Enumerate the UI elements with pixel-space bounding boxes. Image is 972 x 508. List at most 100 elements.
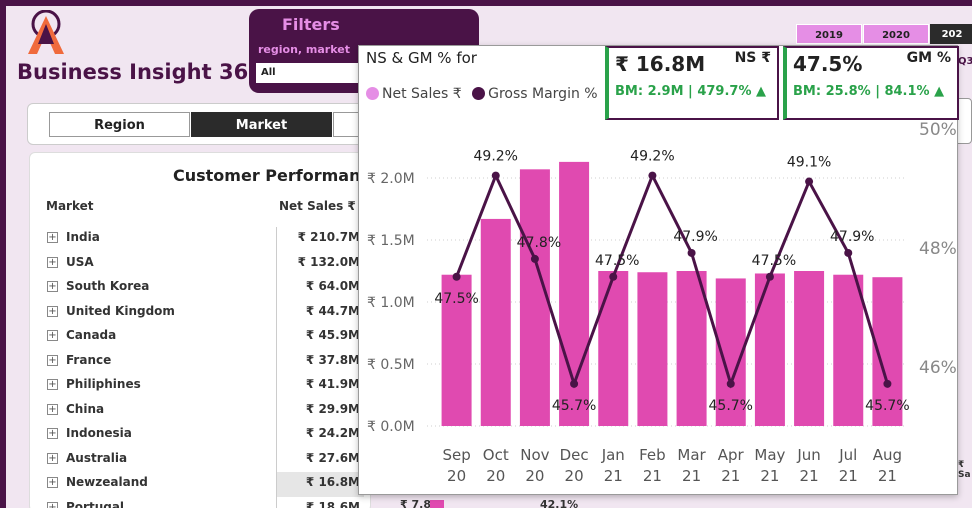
year-button-2019[interactable]: 2019 bbox=[796, 24, 862, 44]
gm-point bbox=[883, 379, 892, 388]
gm-point bbox=[491, 171, 500, 180]
gm-data-label: 45.7% bbox=[865, 398, 909, 414]
market-net-sales: ₹ 210.7M bbox=[276, 227, 364, 252]
y-tick-label-right: 48% bbox=[919, 239, 957, 259]
expand-icon[interactable]: + bbox=[47, 305, 58, 317]
bar bbox=[480, 218, 511, 426]
market-name: South Korea bbox=[66, 279, 150, 293]
market-name: United Kingdom bbox=[66, 303, 175, 318]
table-row[interactable]: + USA ₹ 132.0M bbox=[44, 251, 364, 276]
gm-point bbox=[648, 171, 657, 180]
x-tick-label-month: Jan bbox=[601, 446, 625, 464]
bar bbox=[754, 273, 785, 426]
table-row[interactable]: + Indonesia ₹ 24.2M bbox=[44, 423, 364, 448]
expand-icon[interactable]: + bbox=[47, 232, 58, 243]
market-name: USA bbox=[66, 254, 94, 269]
market-name: Portugal bbox=[66, 499, 125, 508]
y-tick-label-left: ₹ 2.0M bbox=[367, 171, 415, 187]
gm-point bbox=[765, 272, 774, 281]
x-tick-label-year: 20 bbox=[525, 467, 544, 485]
market-name: India bbox=[66, 230, 100, 244]
x-tick-label-year: 21 bbox=[643, 467, 662, 485]
table-row[interactable]: + Australia ₹ 27.6M bbox=[44, 447, 364, 472]
filters-title: Filters bbox=[282, 15, 340, 34]
x-tick-label-year: 20 bbox=[447, 467, 466, 485]
y-tick-label-left: ₹ 1.0M bbox=[367, 295, 415, 311]
year-button-2021[interactable]: 202 bbox=[930, 24, 972, 44]
x-tick-label-month: Feb bbox=[639, 446, 666, 464]
bar bbox=[637, 272, 668, 426]
top-border bbox=[0, 0, 972, 6]
gm-point bbox=[844, 248, 853, 257]
column-header-net-sales[interactable]: Net Sales ₹ bbox=[279, 199, 356, 213]
market-net-sales: ₹ 16.8M bbox=[276, 472, 364, 497]
table-row[interactable]: + South Korea ₹ 64.0M bbox=[44, 276, 364, 301]
year-button-2020[interactable]: 2020 bbox=[863, 24, 929, 44]
bar bbox=[833, 274, 864, 426]
table-row[interactable]: + Newzealand ₹ 16.8M bbox=[44, 472, 364, 497]
expand-icon[interactable]: + bbox=[47, 403, 58, 415]
gm-data-label: 47.5% bbox=[434, 291, 478, 307]
gm-data-label: 49.2% bbox=[630, 149, 674, 165]
gm-point bbox=[570, 379, 579, 388]
x-tick-label-month: Jul bbox=[838, 446, 857, 464]
table-row[interactable]: + Portugal ₹ 18.6M bbox=[44, 496, 364, 508]
table-row[interactable]: + Canada ₹ 45.9M bbox=[44, 325, 364, 350]
right-panel-peek-label: ₹ Sa bbox=[958, 460, 971, 480]
market-name: Australia bbox=[66, 450, 128, 465]
expand-icon[interactable]: + bbox=[47, 256, 58, 268]
market-net-sales: ₹ 37.8M bbox=[276, 349, 364, 374]
x-tick-label-month: Nov bbox=[520, 446, 549, 464]
x-tick-label-year: 21 bbox=[760, 467, 779, 485]
x-tick-label-month: Apr bbox=[718, 446, 745, 464]
market-net-sales: ₹ 24.2M bbox=[276, 423, 364, 448]
x-tick-label-year: 21 bbox=[800, 467, 819, 485]
market-name: Canada bbox=[66, 328, 117, 342]
table-row[interactable]: + Philiphines ₹ 41.9M bbox=[44, 374, 364, 399]
y-tick-label-left: ₹ 0.0M bbox=[367, 419, 415, 435]
market-table-body: + India ₹ 210.7M + USA ₹ 132.0M + South Korea ₹ … bbox=[44, 227, 364, 508]
table-row[interactable]: + China ₹ 29.9M bbox=[44, 398, 364, 423]
gm-data-label: 45.7% bbox=[552, 398, 596, 414]
expand-icon[interactable]: + bbox=[47, 379, 58, 390]
x-tick-label-year: 20 bbox=[486, 467, 505, 485]
tab-market[interactable]: Market bbox=[191, 112, 332, 137]
gm-data-label: 49.1% bbox=[787, 155, 831, 171]
x-tick-label-month: Mar bbox=[677, 446, 706, 464]
x-tick-label-year: 21 bbox=[721, 467, 740, 485]
expand-icon[interactable]: + bbox=[47, 330, 58, 341]
table-row[interactable]: + United Kingdom ₹ 44.7M bbox=[44, 300, 364, 325]
tab-region[interactable]: Region bbox=[49, 112, 190, 137]
gm-point bbox=[530, 254, 539, 263]
market-net-sales: ₹ 64.0M bbox=[276, 276, 364, 301]
bottom-row-peek-bar bbox=[430, 500, 444, 508]
bar bbox=[519, 169, 550, 426]
expand-icon[interactable]: + bbox=[47, 354, 58, 366]
column-header-market[interactable]: Market bbox=[46, 199, 94, 213]
expand-icon[interactable]: + bbox=[47, 281, 58, 292]
x-tick-label-year: 21 bbox=[682, 467, 701, 485]
bottom-row-peek-percent: 42.1% bbox=[540, 498, 579, 508]
market-net-sales: ₹ 132.0M bbox=[276, 251, 364, 276]
expand-icon[interactable]: + bbox=[47, 452, 58, 464]
table-row[interactable]: + India ₹ 210.7M bbox=[44, 227, 364, 252]
expand-icon[interactable]: + bbox=[47, 501, 58, 508]
expand-icon[interactable]: + bbox=[47, 428, 58, 439]
customer-performance-title: Customer Performance bbox=[173, 166, 381, 185]
market-net-sales: ₹ 18.6M bbox=[276, 496, 364, 508]
table-row[interactable]: + France ₹ 37.8M bbox=[44, 349, 364, 374]
market-name: Philiphines bbox=[66, 377, 141, 391]
market-name: China bbox=[66, 401, 105, 416]
bar bbox=[676, 271, 707, 426]
gm-point bbox=[805, 177, 814, 186]
expand-icon[interactable]: + bbox=[47, 477, 58, 488]
market-name: Indonesia bbox=[66, 426, 132, 440]
y-tick-label-right: 50% bbox=[919, 120, 957, 140]
gm-data-label: 47.5% bbox=[595, 253, 639, 269]
quarter-peek[interactable]: Q3 bbox=[958, 56, 972, 67]
bar bbox=[598, 271, 629, 426]
left-rail bbox=[0, 0, 6, 508]
market-name: Newzealand bbox=[66, 475, 148, 489]
x-tick-label-year: 21 bbox=[839, 467, 858, 485]
gm-data-label: 47.8% bbox=[517, 235, 561, 251]
